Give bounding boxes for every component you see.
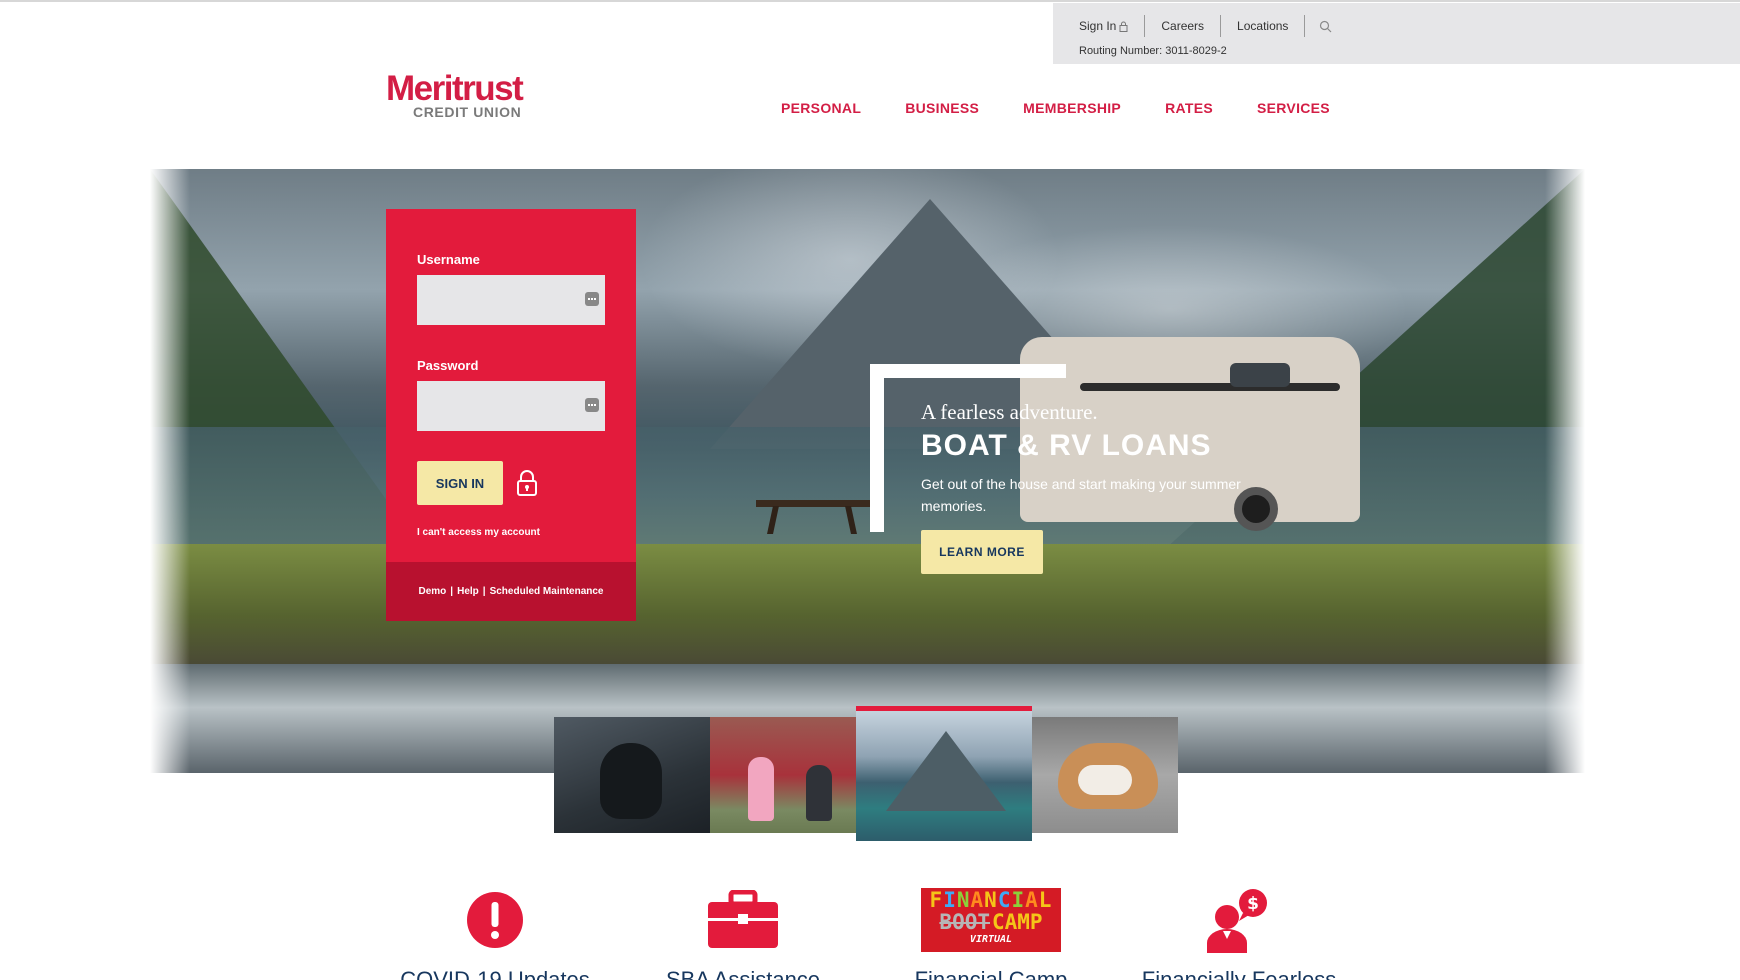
cant-access-link[interactable]: I can't access my account bbox=[417, 527, 540, 538]
top-border bbox=[0, 0, 1740, 2]
login-footer: Demo | Help | Scheduled Maintenance bbox=[386, 562, 636, 621]
feature-financial-camp[interactable]: FINANCIAL BOOT CAMP VIRTUAL Financial Cam… bbox=[866, 887, 1116, 980]
nav-membership[interactable]: MEMBERSHIP bbox=[1023, 100, 1121, 116]
carousel-thumbnail-dog[interactable] bbox=[1032, 717, 1178, 833]
locations-link[interactable]: Locations bbox=[1221, 15, 1304, 37]
scheduled-maintenance-link[interactable]: Scheduled Maintenance bbox=[490, 586, 604, 597]
utility-sign-in-label: Sign In bbox=[1079, 19, 1117, 33]
camp-logo-virtual: VIRTUAL bbox=[969, 934, 1013, 945]
logo-name: Meritrust bbox=[386, 69, 524, 108]
utility-bar: Sign In Careers Locations Routing Number… bbox=[1053, 3, 1740, 64]
username-field[interactable] bbox=[417, 275, 605, 325]
careers-link[interactable]: Careers bbox=[1145, 15, 1220, 37]
page: { "utility": { "sign_in": "Sign In", "ca… bbox=[0, 0, 1740, 980]
camp-logo-line1: FINANCIAL bbox=[929, 888, 1053, 912]
password-manager-icon[interactable] bbox=[585, 398, 599, 412]
edge-fade bbox=[150, 169, 190, 773]
grass-shape bbox=[150, 544, 1585, 664]
feature-sba-assistance[interactable]: SBA Assistance bbox=[618, 887, 868, 980]
feature-label: Financially Fearless bbox=[1141, 967, 1337, 980]
promo-description: Get out of the house and start making yo… bbox=[921, 476, 1241, 514]
login-panel: Username Password SIGN IN I can't access… bbox=[386, 209, 636, 621]
routing-number: Routing Number: 3011-8029-2 bbox=[1079, 45, 1227, 57]
nav-services[interactable]: SERVICES bbox=[1257, 100, 1330, 116]
search-button[interactable] bbox=[1305, 15, 1332, 37]
demo-link[interactable]: Demo bbox=[418, 586, 446, 597]
separator: | bbox=[482, 586, 486, 597]
password-label: Password bbox=[417, 358, 479, 373]
password-manager-icon[interactable] bbox=[585, 292, 599, 306]
hero-banner-image bbox=[150, 169, 1585, 773]
logo-subtitle: CREDIT UNION bbox=[413, 104, 521, 120]
help-link[interactable]: Help bbox=[457, 586, 479, 597]
carousel-thumbnail-kids-car[interactable] bbox=[710, 717, 856, 833]
feature-financially-fearless[interactable]: $ Financially Fearless bbox=[1114, 887, 1364, 980]
lock-icon bbox=[517, 470, 537, 496]
search-icon bbox=[1320, 20, 1332, 32]
briefcase-icon bbox=[618, 887, 868, 953]
promo-title: BOAT & RV LOANS bbox=[921, 429, 1212, 462]
main-nav: PERSONAL BUSINESS MEMBERSHIP RATES SERVI… bbox=[781, 100, 1330, 116]
nav-rates[interactable]: RATES bbox=[1165, 100, 1213, 116]
meritrust-logo[interactable]: Meritrust CREDIT UNION bbox=[386, 69, 546, 124]
learn-more-button[interactable]: LEARN MORE bbox=[921, 530, 1043, 574]
carousel-thumbnail-masked-person[interactable] bbox=[554, 717, 710, 833]
sign-in-button[interactable]: SIGN IN bbox=[417, 461, 503, 505]
nav-business[interactable]: BUSINESS bbox=[905, 100, 979, 116]
password-field[interactable] bbox=[417, 381, 605, 431]
picnic-table-shape bbox=[756, 486, 872, 534]
utility-sign-in-link[interactable]: Sign In bbox=[1079, 15, 1144, 37]
utility-links: Sign In Careers Locations bbox=[1079, 15, 1332, 37]
promo-kicker: A fearless adventure. bbox=[921, 400, 1098, 424]
exclamation-icon bbox=[370, 887, 620, 953]
username-field-wrapper bbox=[417, 275, 605, 325]
feature-label: COVID-19 Updates bbox=[400, 967, 590, 980]
edge-fade bbox=[1545, 169, 1585, 773]
feature-covid-updates[interactable]: COVID-19 Updates bbox=[370, 887, 620, 980]
password-field-wrapper bbox=[417, 381, 605, 431]
feature-label: SBA Assistance bbox=[665, 967, 821, 980]
promo-block: A fearless adventure. BOAT & RV LOANS Ge… bbox=[921, 400, 1281, 574]
separator: | bbox=[450, 586, 454, 597]
feature-label: Financial Camp bbox=[914, 967, 1068, 980]
username-label: Username bbox=[417, 252, 480, 267]
lock-icon bbox=[1119, 21, 1128, 32]
logo-subtitle-text: CREDIT UNION bbox=[413, 104, 522, 120]
carousel-thumbnail-mountains-active[interactable] bbox=[856, 706, 1032, 841]
person-dollar-icon: $ bbox=[1114, 887, 1364, 953]
financial-camp-logo: FINANCIAL BOOT CAMP VIRTUAL bbox=[866, 887, 1116, 953]
svg-text:$: $ bbox=[1247, 894, 1259, 914]
nav-personal[interactable]: PERSONAL bbox=[781, 100, 861, 116]
